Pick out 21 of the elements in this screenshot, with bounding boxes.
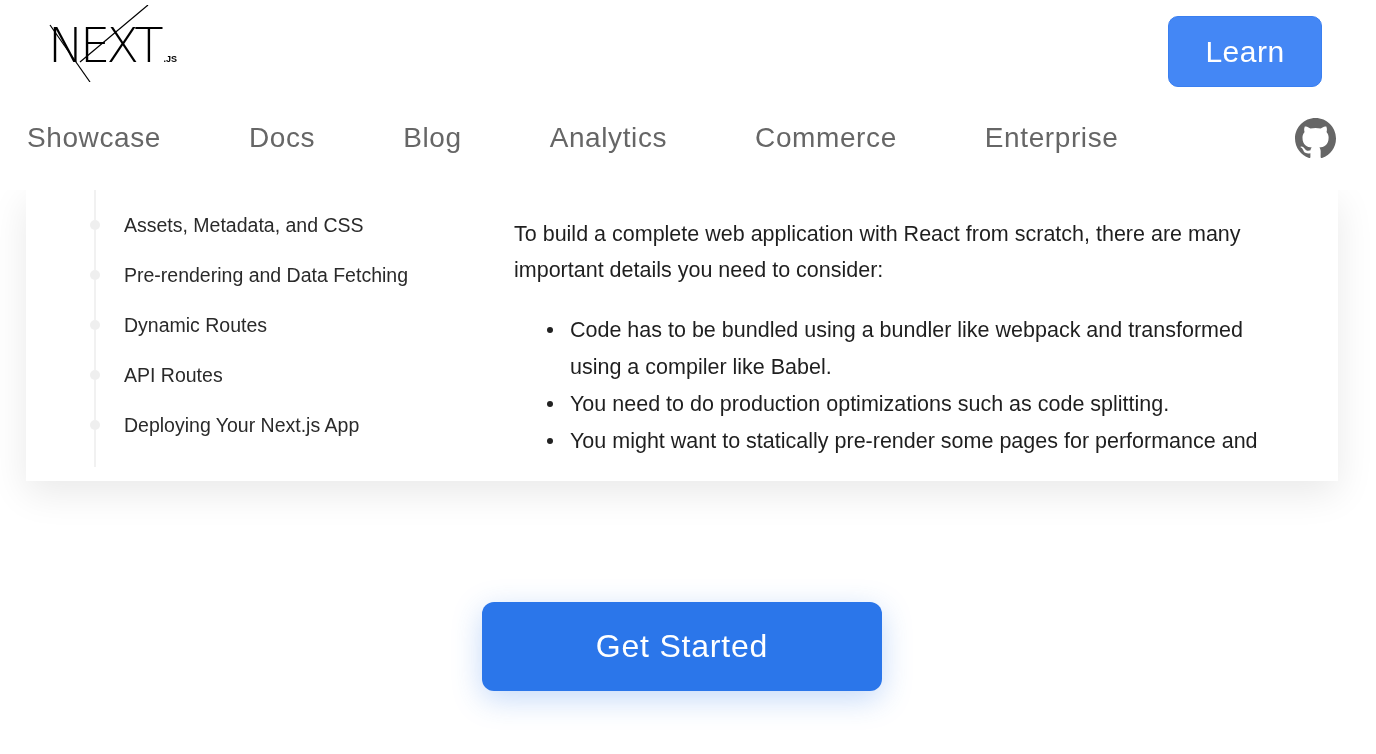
nav-link[interactable]: Commerce xyxy=(755,122,897,154)
list-item-text: You need to do production optimizations such as code splitting. xyxy=(570,391,1171,418)
bullet-icon xyxy=(547,401,553,407)
nav-link[interactable]: Blog xyxy=(403,122,462,154)
toc-link[interactable]: API Routes xyxy=(124,363,223,387)
nav-link[interactable]: Enterprise xyxy=(984,122,1119,154)
toc-link[interactable]: Assets, Metadata, and CSS xyxy=(124,213,364,237)
toc-link[interactable]: Dynamic Routes xyxy=(124,313,268,337)
list-item-text: Code has to be bundled using a bundler like webpack and transformed using a compiler like Babel. xyxy=(570,317,1244,381)
list-item-text: You might want to statically pre-render some pages for performance and xyxy=(570,428,1259,455)
bullet-icon xyxy=(547,327,553,333)
intro-paragraph: To build a complete web application with React from scratch, there are many important details you need to consider: xyxy=(514,221,1242,284)
get-started-button[interactable]: Get Started xyxy=(482,602,882,691)
toc-link[interactable]: Deploying Your Next.js App xyxy=(124,413,360,437)
toc-link[interactable]: Pre-rendering and Data Fetching xyxy=(124,263,408,287)
nav-link[interactable]: Showcase xyxy=(27,122,161,154)
bullet-icon xyxy=(547,438,553,444)
github-icon[interactable] xyxy=(1295,117,1336,159)
nav-link[interactable]: Docs xyxy=(249,122,316,154)
nav-link[interactable]: Analytics xyxy=(549,122,668,154)
learn-button[interactable]: Learn xyxy=(1168,16,1322,87)
